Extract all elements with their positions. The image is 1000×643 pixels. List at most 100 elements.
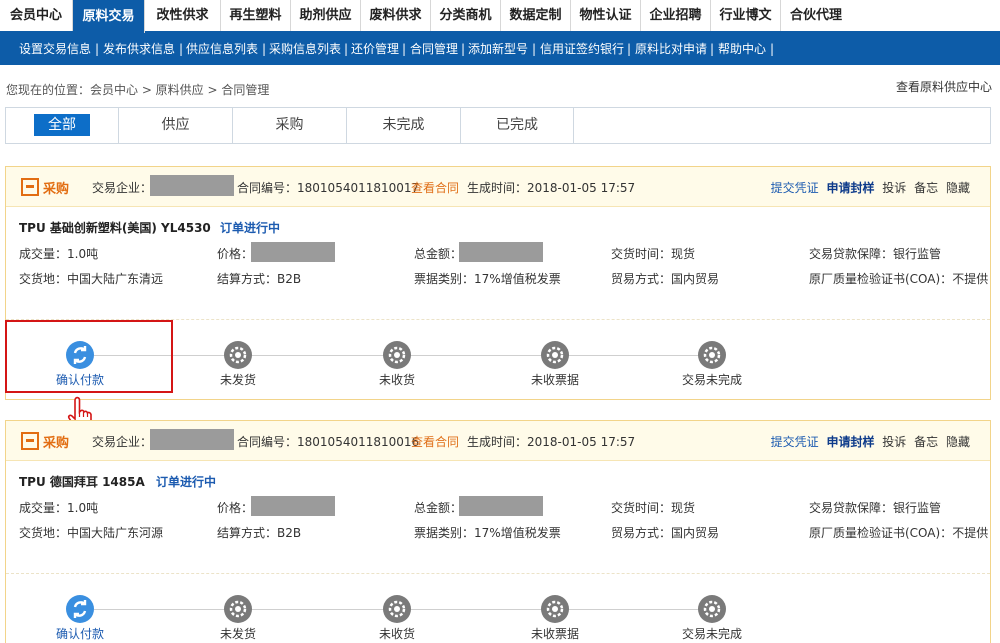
company-label: 交易企业： xyxy=(92,181,153,195)
purchase-badge: 采购 xyxy=(21,432,70,451)
top-nav: 会员中心 原料交易 改性供求 再生塑料 助剂供应 废料供求 分类商机 数据定制 … xyxy=(0,0,1000,33)
order-actions: 提交凭证 申请封样 投诉 备忘 隐藏 xyxy=(767,179,970,196)
price-masked xyxy=(251,242,335,262)
nav-waste[interactable]: 废料供求 xyxy=(361,0,431,31)
subnav-item[interactable]: 合同管理 xyxy=(410,33,458,65)
trade-field: 贸易方式：国内贸易 xyxy=(611,526,720,540)
nav-modified[interactable]: 改性供求 xyxy=(145,0,221,31)
order-status: 订单进行中 xyxy=(156,475,217,489)
step-label: 未收票据 xyxy=(530,373,579,387)
nav-recruit[interactable]: 企业招聘 xyxy=(641,0,711,31)
step-confirm-payment[interactable]: 确认付款 xyxy=(30,595,130,642)
tab-purchase[interactable]: 采购 xyxy=(233,108,347,143)
apply-sample-link[interactable]: 申请封样 xyxy=(826,435,874,449)
subnav-separator: | xyxy=(344,42,349,56)
filter-tabs: 全部 供应 采购 未完成 已完成 xyxy=(5,107,991,144)
tab-all[interactable]: 全部 xyxy=(6,108,119,143)
subnav-separator: | xyxy=(770,42,775,56)
subnav-item[interactable]: 信用证签约银行 xyxy=(540,33,624,65)
product-title: TPU 基础创新塑料(美国) YL4530 xyxy=(19,221,211,235)
contract-no: 合同编号：1801054011810016 xyxy=(237,435,420,449)
view-contract-link[interactable]: 查看合同 xyxy=(411,433,459,450)
gear-icon xyxy=(383,595,411,623)
total-field: 总金额： xyxy=(414,501,463,515)
subnav-item[interactable]: 还价管理 xyxy=(351,33,399,65)
subnav-item[interactable]: 供应信息列表 xyxy=(186,33,258,65)
created-time: 生成时间：2018-01-05 17:57 xyxy=(467,435,636,449)
nav-recycled[interactable]: 再生塑料 xyxy=(221,0,291,31)
supplier-center-link[interactable]: 查看原料供应中心 xyxy=(896,78,992,95)
submit-voucher-link[interactable]: 提交凭证 xyxy=(771,181,819,195)
step-not-received: 未收货 xyxy=(347,595,447,642)
nav-category[interactable]: 分类商机 xyxy=(431,0,501,31)
nav-member-center[interactable]: 会员中心 xyxy=(0,0,73,31)
nav-blog[interactable]: 行业博文 xyxy=(711,0,781,31)
step-not-shipped: 未发货 xyxy=(188,595,288,642)
guarantee-field: 交易贷款保障：银行监管 xyxy=(809,247,942,261)
gear-icon xyxy=(541,341,569,369)
created-time: 生成时间：2018-01-05 17:57 xyxy=(467,181,636,195)
memo-link[interactable]: 备忘 xyxy=(914,181,938,195)
total-masked xyxy=(459,496,543,516)
sub-nav: 设置交易信息 | 发布供求信息 | 供应信息列表 | 采购信息列表 | 还价管理… xyxy=(0,33,1000,65)
tab-incomplete[interactable]: 未完成 xyxy=(347,108,461,143)
nav-property[interactable]: 物性认证 xyxy=(571,0,641,31)
complaint-link[interactable]: 投诉 xyxy=(882,435,906,449)
step-incomplete: 交易未完成 xyxy=(662,341,762,388)
highlight-box xyxy=(5,320,173,393)
step-label: 未收票据 xyxy=(530,627,579,641)
subnav-separator: | xyxy=(95,42,100,56)
nav-partner[interactable]: 合伙代理 xyxy=(781,0,851,31)
step-incomplete: 交易未完成 xyxy=(662,595,762,642)
subnav-item[interactable]: 帮助中心 xyxy=(718,33,766,65)
step-not-received: 未收货 xyxy=(347,341,447,388)
badge-text: 采购 xyxy=(43,435,70,451)
price-masked xyxy=(251,496,335,516)
subnav-item[interactable]: 发布供求信息 xyxy=(103,33,175,65)
submit-voucher-link[interactable]: 提交凭证 xyxy=(771,435,819,449)
nav-additive[interactable]: 助剂供应 xyxy=(291,0,361,31)
subnav-separator: | xyxy=(179,42,184,56)
tab-label: 全部 xyxy=(34,114,90,136)
invoice-field: 票据类别：17%增值税发票 xyxy=(414,526,561,540)
subnav-separator: | xyxy=(710,42,715,56)
company-label: 交易企业： xyxy=(92,435,153,449)
settle-field: 结算方式：B2B xyxy=(217,272,302,286)
price-field: 价格： xyxy=(217,501,254,515)
purchase-icon xyxy=(21,432,39,450)
step-label: 交易未完成 xyxy=(681,627,742,641)
invoice-field: 票据类别：17%增值税发票 xyxy=(414,272,561,286)
tab-complete[interactable]: 已完成 xyxy=(461,108,574,143)
gear-icon xyxy=(383,341,411,369)
step-no-invoice: 未收票据 xyxy=(505,341,605,388)
memo-link[interactable]: 备忘 xyxy=(914,435,938,449)
product-title: TPU 德国拜耳 1485A xyxy=(19,475,145,489)
subnav-item[interactable]: 添加新型号 xyxy=(468,33,528,65)
price-field: 价格： xyxy=(217,247,254,261)
complaint-link[interactable]: 投诉 xyxy=(882,181,906,195)
gear-icon xyxy=(541,595,569,623)
volume-field: 成交量：1.0吨 xyxy=(19,501,99,515)
subnav-separator: | xyxy=(402,42,407,56)
nav-raw-trade[interactable]: 原料交易 xyxy=(73,0,145,33)
company-masked xyxy=(150,175,234,196)
view-contract-link[interactable]: 查看合同 xyxy=(411,179,459,196)
apply-sample-link[interactable]: 申请封样 xyxy=(826,181,874,195)
subnav-item[interactable]: 采购信息列表 xyxy=(269,33,341,65)
subnav-item[interactable]: 原料比对申请 xyxy=(635,33,707,65)
place-field: 交货地：中国大陆广东清远 xyxy=(19,272,164,286)
order-card-header: 采购 交易企业： 合同编号：1801054011810017 查看合同 生成时间… xyxy=(6,167,990,207)
purchase-icon xyxy=(21,178,39,196)
subnav-item[interactable]: 设置交易信息 xyxy=(19,33,91,65)
subnav-separator: | xyxy=(627,42,632,56)
gear-icon xyxy=(698,595,726,623)
tab-supply[interactable]: 供应 xyxy=(119,108,233,143)
hide-link[interactable]: 隐藏 xyxy=(946,181,970,195)
hide-link[interactable]: 隐藏 xyxy=(946,435,970,449)
step-label: 未发货 xyxy=(219,373,256,387)
breadcrumb: 您现在的位置：会员中心 > 原料供应 > 合同管理 xyxy=(6,83,270,97)
coa-field: 原厂质量检验证书(COA)：不提供 xyxy=(809,526,989,540)
card-divider xyxy=(6,573,990,574)
step-label: 交易未完成 xyxy=(681,373,742,387)
nav-data[interactable]: 数据定制 xyxy=(501,0,571,31)
